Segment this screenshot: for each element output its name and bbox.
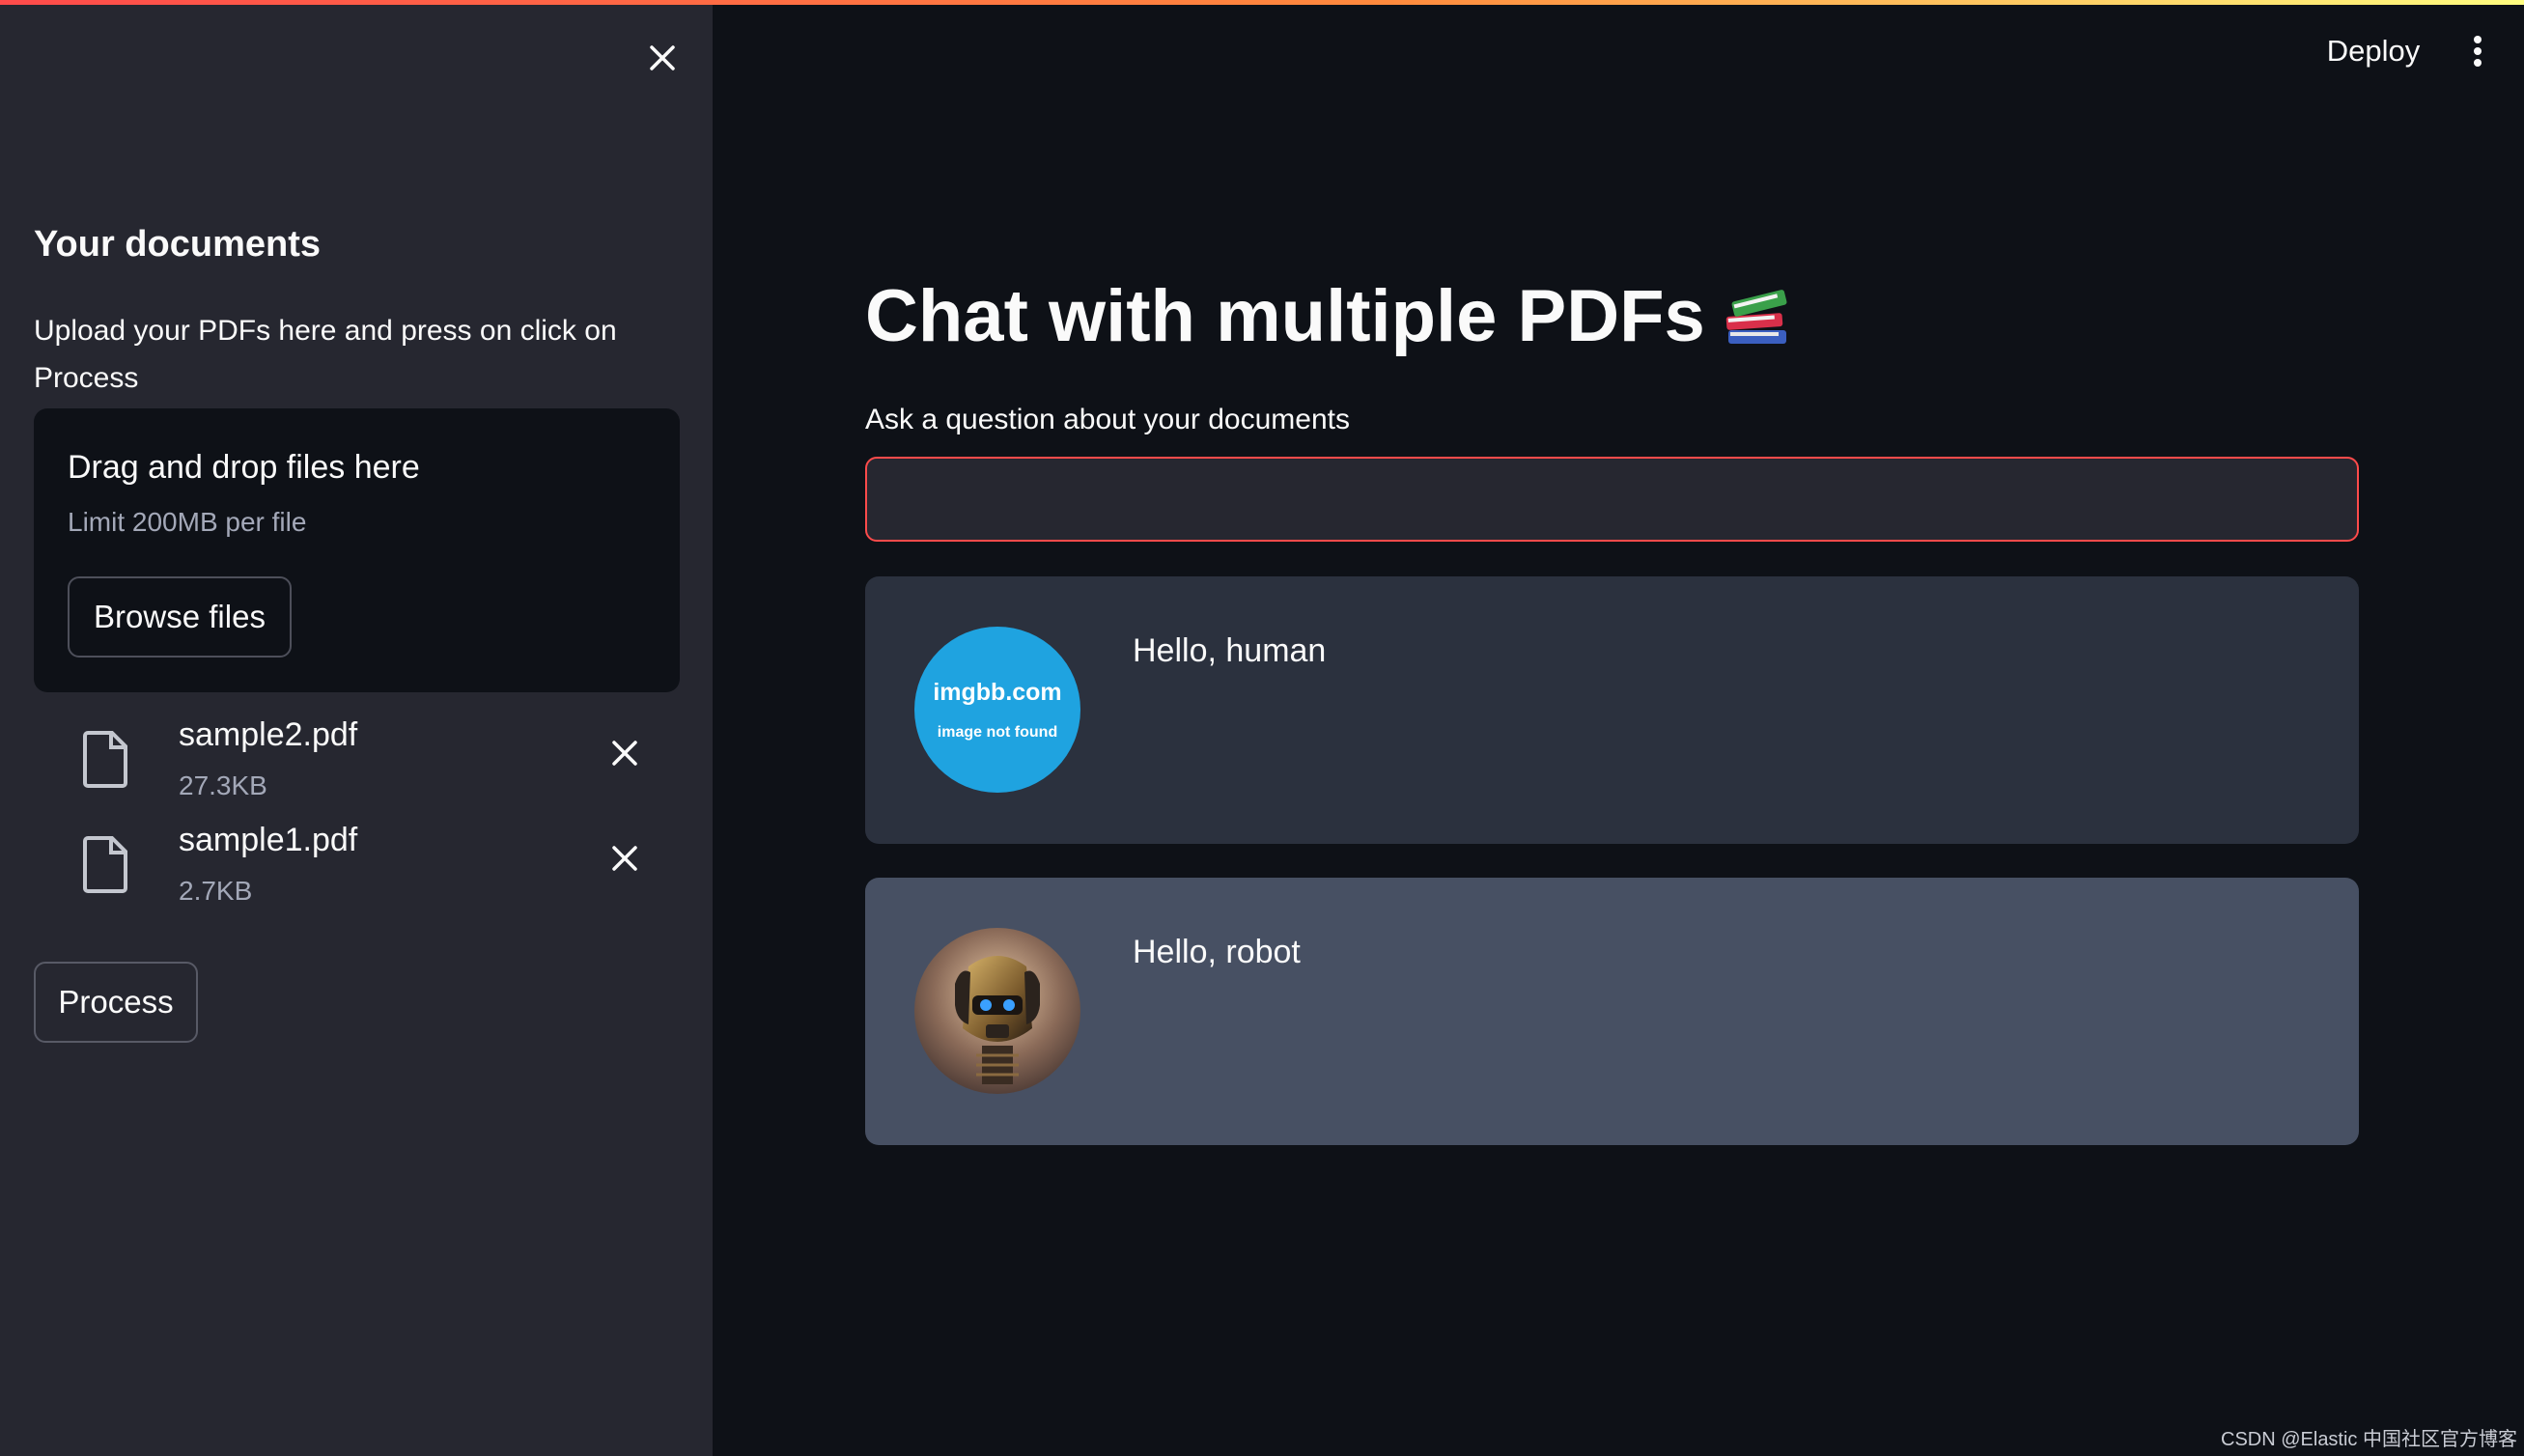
- question-label: Ask a question about your documents: [865, 404, 1350, 435]
- remove-file-button[interactable]: [603, 732, 646, 774]
- page-title-container: Chat with multiple PDFs: [865, 274, 1794, 358]
- avatar: [914, 928, 1080, 1094]
- sidebar: Your documents Upload your PDFs here and…: [0, 0, 713, 1456]
- robot-avatar-icon: [914, 928, 1080, 1094]
- file-name: sample2.pdf: [179, 716, 358, 753]
- deploy-button[interactable]: Deploy: [2315, 25, 2431, 77]
- uploaded-file-item: sample1.pdf 2.7KB: [34, 822, 680, 918]
- more-vertical-icon: [2474, 36, 2482, 67]
- dropzone-limit: Limit 200MB per file: [68, 507, 307, 537]
- sidebar-title: Your documents: [34, 224, 321, 265]
- remove-file-button[interactable]: [603, 837, 646, 880]
- main-menu-button[interactable]: [2458, 27, 2497, 75]
- file-size: 27.3KB: [179, 770, 267, 800]
- message-text: Hello, robot: [1133, 934, 1301, 970]
- watermark: CSDN @Elastic 中国社区官方博客: [2221, 1429, 2517, 1450]
- message-text: Hello, human: [1133, 632, 1327, 669]
- page-title: Chat with multiple PDFs: [865, 275, 1705, 357]
- file-size: 2.7KB: [179, 876, 253, 906]
- close-sidebar-button[interactable]: [639, 35, 686, 81]
- close-icon: [612, 741, 637, 766]
- top-decoration-bar: [0, 0, 2524, 5]
- file-name: sample1.pdf: [179, 822, 358, 858]
- close-icon: [612, 846, 637, 871]
- sidebar-description: Upload your PDFs here and press on click…: [34, 315, 617, 394]
- file-icon: [83, 731, 127, 788]
- avatar-subtitle: image not found: [937, 723, 1058, 741]
- process-button[interactable]: Process: [34, 962, 198, 1043]
- chat-message-bot: Hello, robot: [865, 878, 2359, 1145]
- uploaded-file-item: sample2.pdf 27.3KB: [34, 716, 680, 813]
- close-icon: [650, 45, 675, 70]
- browse-files-button[interactable]: Browse files: [68, 576, 292, 658]
- chat-message-human: imgbb.com image not found Hello, human: [865, 576, 2359, 844]
- dropzone-title: Drag and drop files here: [68, 449, 420, 486]
- file-icon: [83, 836, 127, 893]
- avatar-title: imgbb.com: [933, 678, 1062, 706]
- books-emoji-icon: [1725, 289, 1787, 344]
- file-dropzone[interactable]: Drag and drop files here Limit 200MB per…: [34, 408, 680, 692]
- avatar: imgbb.com image not found: [914, 627, 1080, 793]
- question-input[interactable]: [865, 457, 2359, 542]
